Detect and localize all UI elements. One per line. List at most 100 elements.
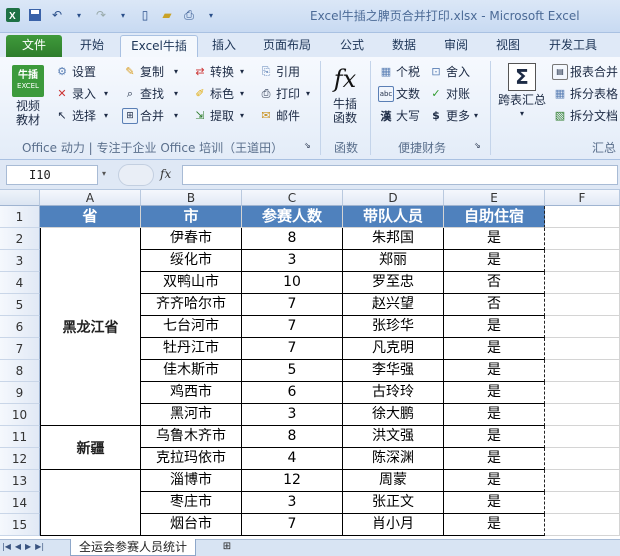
table-cell[interactable]: 七台河市 (141, 316, 242, 338)
convert-button[interactable]: ⇄ 转换 ▾ (192, 63, 244, 80)
table-cell[interactable]: 是 (444, 338, 545, 360)
video-tutorial-button[interactable]: 牛插 EXCEL 视频 教材 (8, 65, 48, 127)
table-cell[interactable]: 3 (242, 404, 343, 426)
table-cell[interactable]: 凡克明 (343, 338, 444, 360)
tab-formulas[interactable]: 公式 (330, 35, 374, 57)
table-cell[interactable]: 12 (242, 470, 343, 492)
row-header[interactable]: 7 (0, 338, 40, 360)
table-cell[interactable]: 是 (444, 492, 545, 514)
column-header-a[interactable]: A (40, 190, 141, 206)
redo-icon[interactable]: ↷ (92, 6, 110, 24)
table-cell[interactable]: 赵兴望 (343, 294, 444, 316)
table-header-cell[interactable]: 市 (141, 206, 242, 228)
table-cell[interactable]: 是 (444, 470, 545, 492)
tab-excel-niucha[interactable]: Excel牛插 (120, 35, 198, 57)
first-sheet-icon[interactable]: |◀ (2, 542, 11, 551)
table-cell[interactable]: 朱邦国 (343, 228, 444, 250)
table-cell[interactable]: 10 (242, 272, 343, 294)
table-cell[interactable]: 4 (242, 448, 343, 470)
table-cell[interactable]: 枣庄市 (141, 492, 242, 514)
settings-button[interactable]: ⚙ 设置 (54, 63, 96, 80)
table-cell[interactable]: 是 (444, 250, 545, 272)
table-cell[interactable]: 克拉玛依市 (141, 448, 242, 470)
column-header-f[interactable]: F (545, 190, 620, 206)
tab-file[interactable]: 文件 (6, 35, 62, 57)
row-header[interactable]: 3 (0, 250, 40, 272)
table-cell[interactable]: 是 (444, 514, 545, 536)
sheet-tab[interactable]: 全运会参赛人员统计 (70, 539, 197, 556)
table-cell[interactable]: 3 (242, 250, 343, 272)
last-sheet-icon[interactable]: ▶| (35, 542, 44, 551)
empty-cell[interactable] (545, 272, 620, 294)
province-cell[interactable] (40, 470, 141, 536)
table-cell[interactable]: 张正文 (343, 492, 444, 514)
table-cell[interactable]: 乌鲁木齐市 (141, 426, 242, 448)
table-cell[interactable]: 6 (242, 382, 343, 404)
table-cell[interactable]: 佳木斯市 (141, 360, 242, 382)
table-cell[interactable]: 李华强 (343, 360, 444, 382)
province-cell[interactable]: 黑龙江省 (40, 228, 141, 426)
table-cell[interactable]: 郑丽 (343, 250, 444, 272)
row-header[interactable]: 10 (0, 404, 40, 426)
table-cell[interactable]: 7 (242, 338, 343, 360)
empty-cell[interactable] (545, 404, 620, 426)
uppercase-button[interactable]: 漢大写 (378, 107, 421, 124)
print-button[interactable]: ⎙ 打印 ▾ (258, 85, 310, 102)
column-header-b[interactable]: B (141, 190, 242, 206)
tax-button[interactable]: ▦ 个税 (378, 63, 420, 80)
dropdown-icon[interactable]: ▾ (70, 6, 88, 24)
column-header-c[interactable]: C (242, 190, 343, 206)
empty-cell[interactable] (545, 382, 620, 404)
table-cell[interactable]: 7 (242, 316, 343, 338)
input-button[interactable]: ✕ 录入 ▾ (54, 85, 108, 102)
empty-cell[interactable] (545, 250, 620, 272)
table-cell[interactable]: 8 (242, 228, 343, 250)
table-cell[interactable]: 是 (444, 316, 545, 338)
table-header-cell[interactable]: 省 (40, 206, 141, 228)
table-cell[interactable]: 是 (444, 360, 545, 382)
table-cell[interactable]: 是 (444, 228, 545, 250)
table-cell[interactable]: 5 (242, 360, 343, 382)
empty-cell[interactable] (545, 206, 620, 228)
excel-app-icon[interactable]: X (4, 6, 22, 24)
table-cell[interactable]: 古玲玲 (343, 382, 444, 404)
empty-cell[interactable] (545, 426, 620, 448)
empty-cell[interactable] (545, 448, 620, 470)
row-header[interactable]: 1 (0, 206, 40, 228)
tab-view[interactable]: 视图 (486, 35, 530, 57)
table-cell[interactable]: 否 (444, 272, 545, 294)
table-cell[interactable]: 3 (242, 492, 343, 514)
table-cell[interactable]: 7 (242, 514, 343, 536)
row-header[interactable]: 13 (0, 470, 40, 492)
empty-cell[interactable] (545, 492, 620, 514)
column-header-d[interactable]: D (343, 190, 444, 206)
mail-button[interactable]: ✉ 邮件 (258, 107, 300, 124)
table-cell[interactable]: 绥化市 (141, 250, 242, 272)
table-cell[interactable]: 是 (444, 426, 545, 448)
table-cell[interactable]: 徐大鹏 (343, 404, 444, 426)
dialog-launcher-icon[interactable]: ⇘ (474, 141, 481, 150)
table-cell[interactable]: 牡丹江市 (141, 338, 242, 360)
select-all-corner[interactable] (0, 190, 40, 206)
undo-icon[interactable]: ↶ (48, 6, 66, 24)
copy-button[interactable]: ✎ 复制 ▾ (122, 63, 178, 80)
dialog-launcher-icon[interactable]: ⇘ (304, 141, 311, 150)
table-cell[interactable]: 陈深渊 (343, 448, 444, 470)
table-header-cell[interactable]: 自助住宿 (444, 206, 545, 228)
reference-button[interactable]: ⎘ 引用 (258, 63, 300, 80)
table-cell[interactable]: 淄博市 (141, 470, 242, 492)
table-cell[interactable]: 7 (242, 294, 343, 316)
row-header[interactable]: 8 (0, 360, 40, 382)
tab-insert[interactable]: 插入 (202, 35, 246, 57)
row-header[interactable]: 9 (0, 382, 40, 404)
column-header-e[interactable]: E (444, 190, 545, 206)
table-cell[interactable]: 否 (444, 294, 545, 316)
table-header-cell[interactable]: 参赛人数 (242, 206, 343, 228)
next-sheet-icon[interactable]: ▶ (25, 542, 31, 551)
cross-sheet-summary-button[interactable]: Σ 跨表汇总 ▾ (494, 63, 550, 121)
print-preview-icon[interactable]: ⎙ (180, 6, 198, 24)
empty-cell[interactable] (545, 294, 620, 316)
insert-function-icon[interactable]: fx (160, 167, 171, 181)
table-cell[interactable]: 肖小月 (343, 514, 444, 536)
table-cell[interactable]: 齐齐哈尔市 (141, 294, 242, 316)
